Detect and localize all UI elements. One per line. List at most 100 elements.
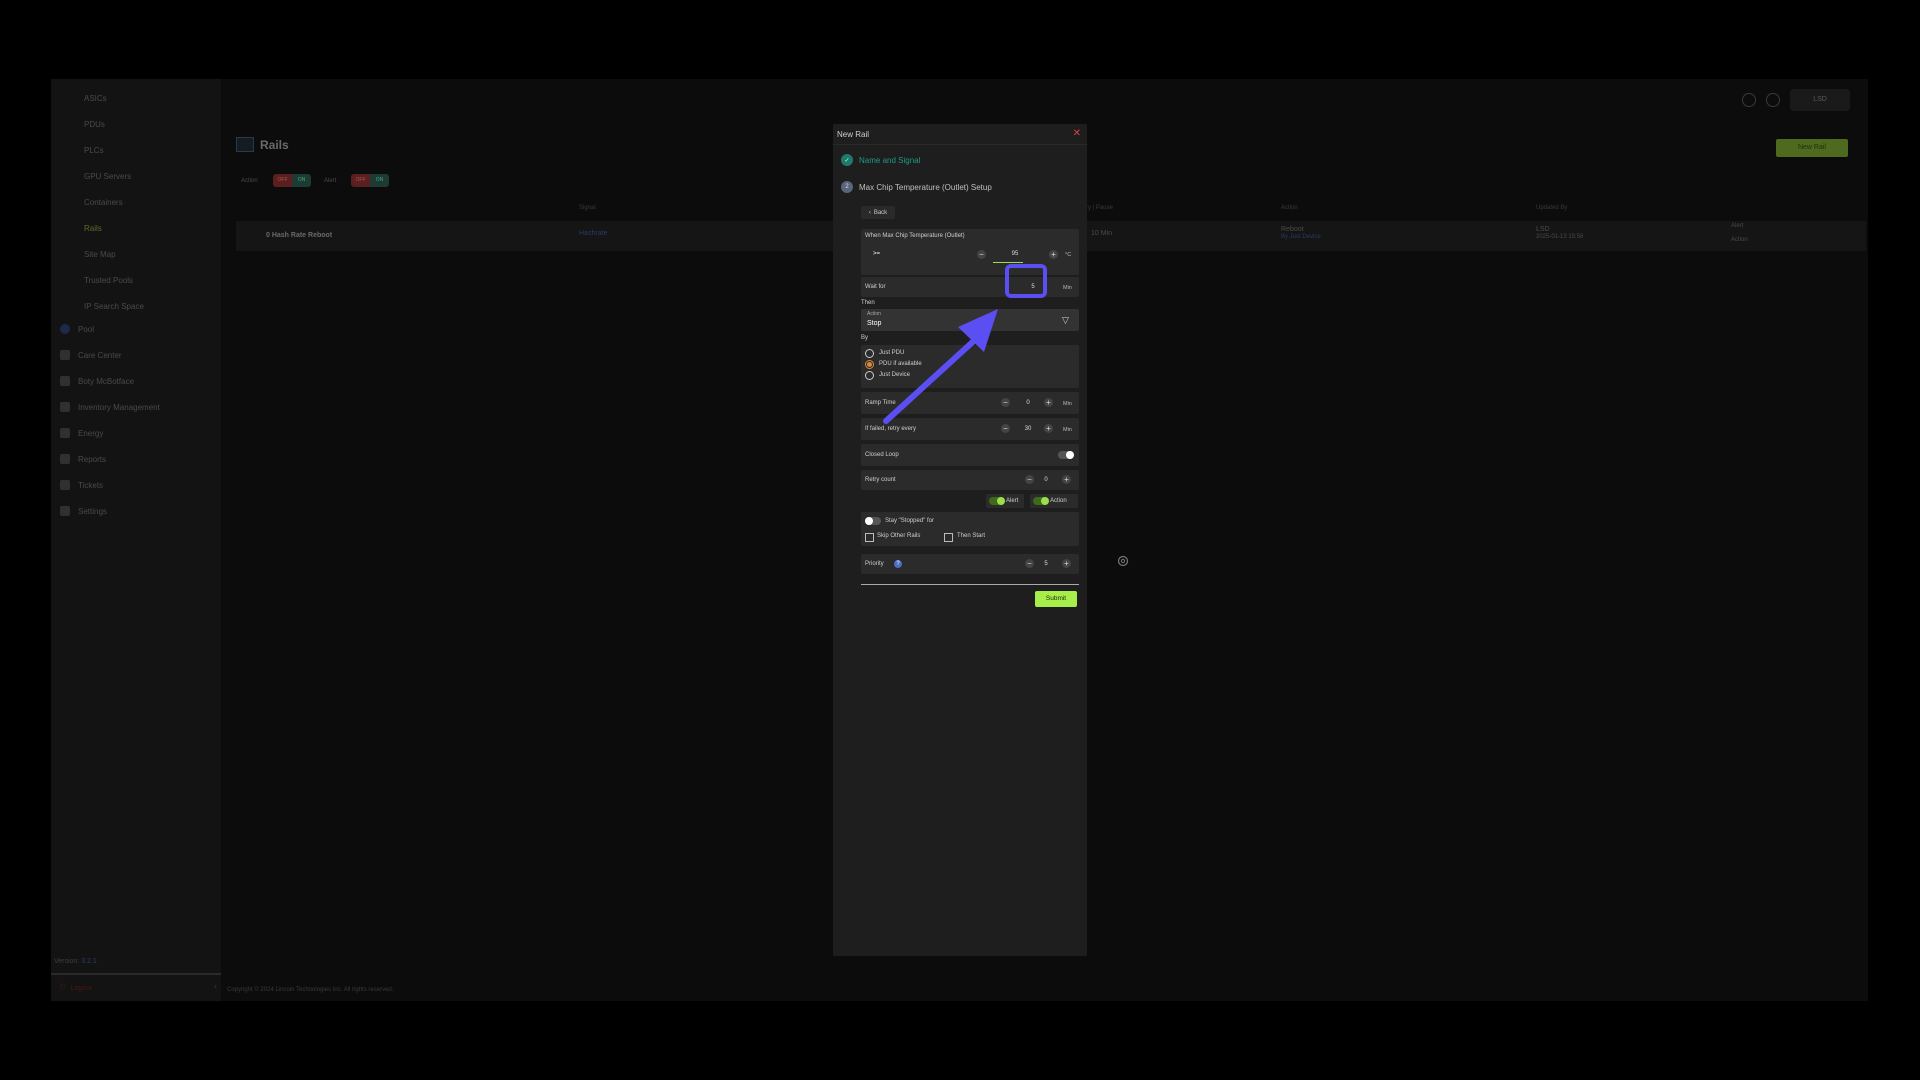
reports-icon: [60, 454, 70, 464]
retry-count-input[interactable]: 0: [1037, 477, 1055, 483]
gear-icon[interactable]: [1116, 554, 1130, 568]
sidebar-item-pool[interactable]: Pool: [60, 324, 94, 334]
step-name-and-signal[interactable]: ✓ Name and Signal: [841, 154, 920, 166]
by-label: By: [861, 335, 869, 341]
visibility-icon[interactable]: [1766, 93, 1780, 107]
radio-just-device[interactable]: [865, 371, 874, 380]
rail-updated-at: 2025-01-13 15:58: [1536, 234, 1584, 240]
retry-every-input[interactable]: 30: [1019, 426, 1037, 432]
by-radio-group: Just PDU PDU if available Just Device: [861, 345, 1079, 388]
column-action[interactable]: Action: [1281, 205, 1298, 211]
sidebar-item-reports[interactable]: Reports: [60, 454, 106, 464]
sidebar-item-gpu-servers[interactable]: GPU Servers: [84, 172, 131, 181]
column-updated-by[interactable]: Updated By: [1536, 205, 1567, 211]
threshold-input-underline: [993, 262, 1023, 263]
page-title: Rails: [260, 137, 289, 152]
column-run-pause[interactable]: ry | Pause: [1086, 205, 1113, 211]
sidebar-item-pdus[interactable]: PDUs: [84, 120, 105, 129]
sidebar-item-rails[interactable]: Rails: [84, 224, 102, 233]
closed-loop-label: Closed Loop: [865, 452, 899, 458]
ramp-input[interactable]: 0: [1019, 400, 1037, 406]
sidebar-item-plcs[interactable]: PLCs: [84, 146, 104, 155]
radio-just-pdu[interactable]: [865, 349, 874, 358]
threshold-input[interactable]: 95: [1006, 251, 1024, 257]
sidebar-item-care-center[interactable]: Care Center: [60, 350, 122, 360]
sidebar-item-energy[interactable]: Energy: [60, 428, 103, 438]
energy-icon: [60, 428, 70, 438]
back-button[interactable]: ‹ Back: [861, 206, 895, 219]
threshold-increment-button[interactable]: +: [1049, 250, 1058, 259]
sidebar-item-inventory[interactable]: Inventory Management: [60, 402, 160, 412]
alert-filter-toggle[interactable]: OFF ON: [351, 174, 389, 187]
notification-icon[interactable]: [1742, 93, 1756, 107]
alert-toggle-chip[interactable]: Alert: [986, 494, 1024, 508]
rail-action-toggle[interactable]: Action: [1731, 237, 1748, 243]
action-select[interactable]: Action Stop ▽: [861, 309, 1079, 331]
wait-for-label: Wait for: [865, 284, 886, 290]
ramp-unit: Min: [1063, 401, 1072, 407]
action-field-label: Action: [867, 311, 881, 317]
then-start-label: Then Start: [957, 533, 986, 539]
priority-increment-button[interactable]: +: [1062, 559, 1071, 568]
sidebar-item-containers[interactable]: Containers: [84, 198, 123, 207]
action-value: Stop: [867, 320, 882, 327]
new-rail-button[interactable]: New Rail: [1776, 139, 1848, 157]
wait-for-unit: Min: [1063, 285, 1072, 291]
user-menu[interactable]: LSD: [1790, 89, 1850, 111]
sidebar: ASICs PDUs PLCs GPU Servers Containers R…: [51, 79, 221, 1001]
retry-every-unit: Min: [1063, 427, 1072, 433]
submit-button[interactable]: Submit: [1035, 591, 1077, 607]
rails-icon: [236, 137, 254, 152]
rail-action: Reboot: [1281, 226, 1304, 233]
ramp-time-panel: Ramp Time − 0 + Min: [861, 392, 1079, 414]
stay-stopped-toggle[interactable]: [865, 517, 881, 525]
then-start-checkbox[interactable]: [944, 533, 953, 542]
top-bar: LSD: [1742, 89, 1850, 111]
action-filter-toggle[interactable]: OFF ON: [273, 174, 311, 187]
skip-other-rails-checkbox[interactable]: [865, 533, 874, 542]
check-icon: ✓: [841, 154, 853, 166]
collapse-sidebar-icon[interactable]: ‹: [214, 981, 217, 991]
chevron-left-icon: ‹: [868, 209, 871, 216]
retry-every-increment-button[interactable]: +: [1044, 424, 1053, 433]
rail-run: 10 Min: [1091, 230, 1113, 237]
retry-every-panel: If failed, retry every − 30 + Min: [861, 418, 1079, 440]
threshold-decrement-button[interactable]: −: [977, 250, 986, 259]
rail-name[interactable]: 0 Hash Rate Reboot: [266, 232, 332, 239]
ramp-increment-button[interactable]: +: [1044, 398, 1053, 407]
sidebar-item-ip-search-space[interactable]: IP Search Space: [84, 302, 144, 311]
condition-label: When Max Chip Temperature (Outlet): [865, 233, 965, 239]
column-signal[interactable]: Signal: [579, 205, 596, 211]
rail-updated-by: LSD: [1536, 226, 1550, 233]
help-icon[interactable]: ?: [894, 560, 902, 568]
sidebar-item-site-map[interactable]: Site Map: [84, 250, 116, 259]
close-icon[interactable]: ✕: [1073, 128, 1081, 139]
retry-count-decrement-button[interactable]: −: [1025, 475, 1034, 484]
settings-icon: [60, 506, 70, 516]
retry-count-increment-button[interactable]: +: [1062, 475, 1071, 484]
action-toggle[interactable]: [1033, 497, 1049, 505]
priority-decrement-button[interactable]: −: [1025, 559, 1034, 568]
care-center-icon: [60, 350, 70, 360]
step-number: 2: [841, 181, 853, 193]
ramp-decrement-button[interactable]: −: [1001, 398, 1010, 407]
sidebar-item-settings[interactable]: Settings: [60, 506, 107, 516]
priority-input[interactable]: 5: [1037, 561, 1055, 567]
sidebar-item-trusted-pools[interactable]: Trusted Pools: [84, 276, 133, 285]
chevron-down-icon: ▽: [1062, 315, 1069, 325]
closed-loop-toggle[interactable]: [1058, 451, 1074, 459]
sidebar-item-boty[interactable]: Boty McBotface: [60, 376, 134, 386]
radio-pdu-if-available[interactable]: [865, 360, 874, 369]
logout-button[interactable]: ⏻ Logout: [60, 984, 92, 992]
alert-toggle[interactable]: [989, 497, 1005, 505]
sidebar-item-asics[interactable]: ASICs: [84, 94, 107, 103]
alert-toggle-label: Alert: [1006, 498, 1019, 504]
skip-other-rails-label: Skip Other Rails: [877, 533, 921, 539]
rail-alert-toggle[interactable]: Alert: [1731, 223, 1743, 229]
closed-loop-panel: Closed Loop: [861, 444, 1079, 466]
retry-every-decrement-button[interactable]: −: [1001, 424, 1010, 433]
form-divider: [861, 584, 1079, 585]
action-toggle-chip[interactable]: Action: [1030, 494, 1078, 508]
operator-select[interactable]: >=: [873, 251, 880, 257]
sidebar-item-tickets[interactable]: Tickets: [60, 480, 103, 490]
